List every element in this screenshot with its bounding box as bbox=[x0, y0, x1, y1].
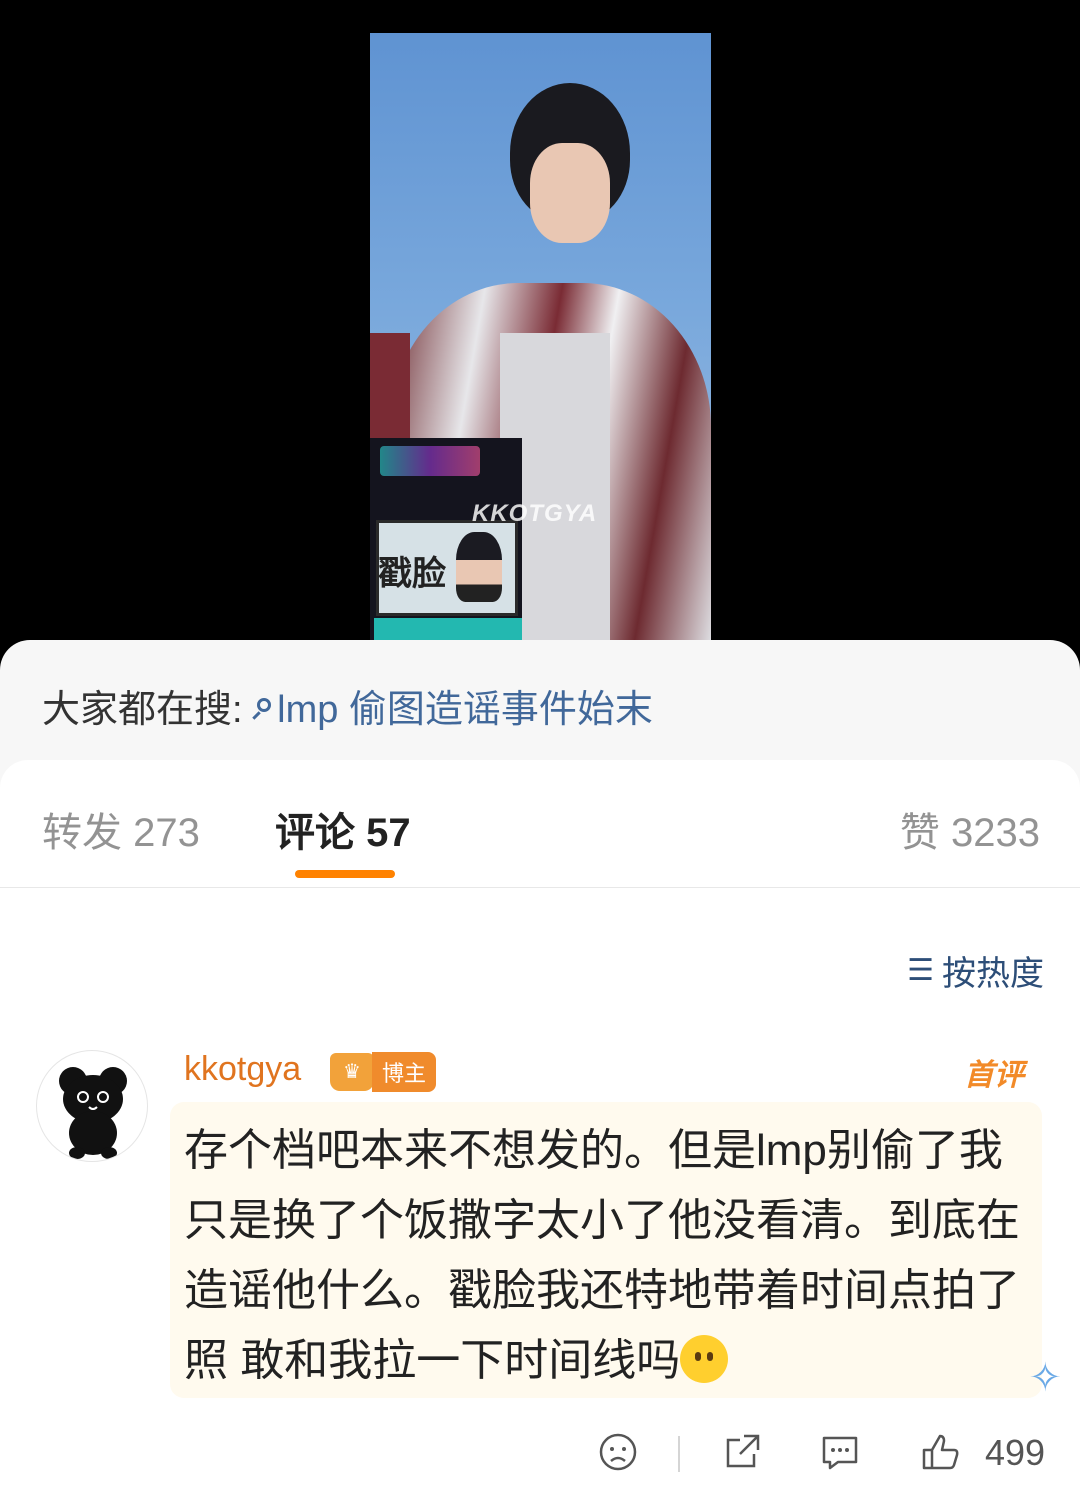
active-tab-indicator bbox=[295, 870, 395, 878]
tab-likes[interactable]: 赞 3233 bbox=[900, 800, 1040, 858]
author-tag: 博主 bbox=[372, 1052, 437, 1092]
post-media[interactable]: 戳脸 KKOTGYA bbox=[0, 0, 1080, 660]
tab-bar: 转发 273 评论 57 赞 3233 bbox=[0, 760, 1080, 888]
comment-text-content: 存个档吧本来不想发的。但是lmp别偷了我只是换了个饭撒字太小了他没看清。到底在造… bbox=[184, 1126, 1020, 1385]
comment-username[interactable]: kkotgya bbox=[184, 1050, 301, 1089]
avatar[interactable] bbox=[36, 1050, 148, 1162]
emoji-icon bbox=[680, 1335, 729, 1383]
hot-search-bar: 大家都在搜: lmp 偷图造谣事件始末 bbox=[42, 678, 653, 733]
like-count: 499 bbox=[985, 1432, 1046, 1473]
reply-icon[interactable] bbox=[818, 1430, 862, 1474]
sign-text: 戳脸 bbox=[378, 554, 446, 594]
comments-sheet: 大家都在搜: lmp 偷图造谣事件始末 转发 273 评论 57 赞 3233 … bbox=[0, 640, 1080, 1510]
black-bear-icon bbox=[59, 1067, 127, 1159]
crown-icon: ♛ bbox=[330, 1053, 374, 1091]
author-badge: ♛ 博主 bbox=[330, 1052, 437, 1092]
dislike-icon[interactable] bbox=[596, 1430, 640, 1474]
like-icon[interactable] bbox=[918, 1430, 962, 1474]
search-icon bbox=[257, 698, 272, 712]
image-content bbox=[374, 618, 522, 640]
image-content bbox=[530, 143, 610, 243]
image-watermark: KKOTGYA bbox=[472, 500, 598, 527]
inset-image: 戳脸 bbox=[370, 438, 522, 640]
sort-label: 按热度 bbox=[942, 955, 1044, 993]
divider bbox=[678, 1436, 680, 1472]
hot-search-prefix: 大家都在搜: bbox=[42, 689, 243, 731]
hot-search-link[interactable]: lmp 偷图造谣事件始末 bbox=[253, 689, 653, 731]
comment-text: 存个档吧本来不想发的。但是lmp别偷了我只是换了个饭撒字太小了他没看清。到底在造… bbox=[184, 1116, 1034, 1396]
tab-comments[interactable]: 评论 57 bbox=[275, 800, 411, 858]
share-icon[interactable] bbox=[720, 1430, 764, 1474]
tab-reposts[interactable]: 转发 273 bbox=[42, 800, 200, 858]
hot-search-query[interactable]: lmp 偷图造谣事件始末 bbox=[277, 689, 653, 731]
sparkle-icon: ✧ bbox=[1028, 1356, 1062, 1400]
sort-by-hot-button[interactable]: ☰ 按热度 bbox=[907, 946, 1044, 995]
image-content bbox=[456, 532, 502, 602]
image-content bbox=[380, 446, 480, 476]
comment-body[interactable]: 存个档吧本来不想发的。但是lmp别偷了我只是换了个饭撒字太小了他没看清。到底在造… bbox=[170, 1102, 1042, 1398]
comment-actions: 499 bbox=[0, 1422, 1080, 1492]
first-comment-tag: 首评 bbox=[964, 1059, 1024, 1092]
sort-icon: ☰ bbox=[907, 954, 934, 987]
comments-card: 转发 273 评论 57 赞 3233 ☰ 按热度 kkotgya ♛ 博主 首… bbox=[0, 760, 1080, 1510]
